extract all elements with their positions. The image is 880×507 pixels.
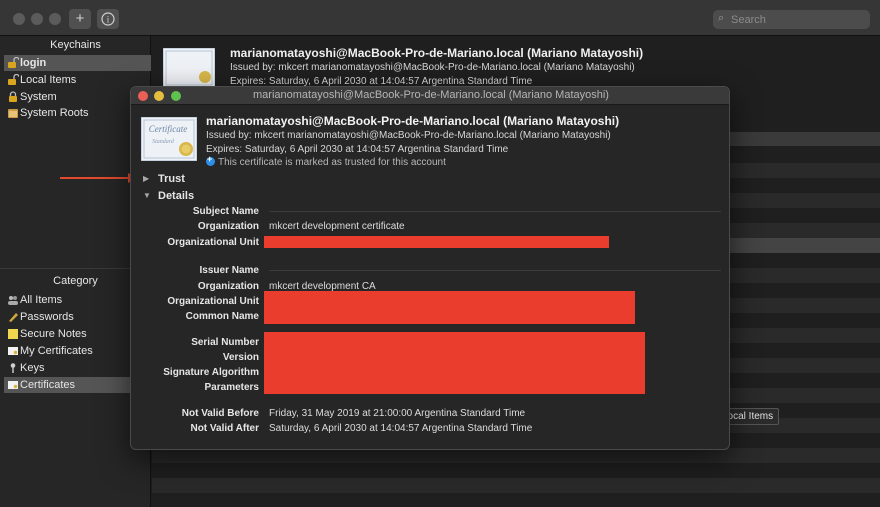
sidebar-item-passwords[interactable]: Passwords: [4, 309, 151, 325]
trusted-plus-icon: [206, 154, 215, 166]
details-section-toggle[interactable]: Details: [158, 190, 194, 202]
redaction-block: [264, 332, 645, 394]
toolbar: + i ⌕: [0, 0, 880, 36]
folder-icon: [8, 109, 18, 118]
dialog-titlebar[interactable]: marianomatayoshi@MacBook-Pro-de-Mariano.…: [131, 87, 729, 105]
category-header: Category: [53, 275, 98, 287]
subject-org-unit-label: Organizational Unit: [167, 237, 259, 248]
issuer-organization-label: Organization: [197, 281, 259, 292]
not-valid-before-value: Friday, 31 May 2019 at 21:00:00 Argentin…: [269, 408, 526, 419]
selected-item-header: marianomatayoshi@MacBook-Pro-de-Mariano.…: [152, 36, 880, 88]
signature-algorithm-label: Signature Algorithm: [163, 367, 259, 378]
plus-icon: +: [75, 10, 85, 27]
trust-status: This certificate is marked as trusted fo…: [206, 154, 446, 168]
certificate-icon: [163, 48, 215, 88]
certificate-icon: [8, 381, 18, 389]
item-title: marianomatayoshi@MacBook-Pro-de-Mariano.…: [230, 46, 644, 60]
minimize-window-button[interactable]: [31, 13, 43, 25]
annotation-arrow: [60, 173, 138, 183]
sidebar-item-label: Local Items: [20, 74, 77, 86]
item-issued-by: Issued by: mkcert marianomatayoshi@MacBo…: [230, 62, 635, 73]
pen-icon: [8, 313, 18, 323]
sidebar-item-label: Certificates: [20, 379, 76, 391]
not-valid-after-value: Saturday, 6 April 2030 at 14:04:57 Argen…: [269, 423, 533, 434]
lock-icon: [9, 91, 17, 102]
not-valid-before-label: Not Valid Before: [181, 408, 259, 419]
info-button[interactable]: i: [97, 9, 119, 29]
lock-open-icon: [8, 74, 19, 85]
sidebar-item-label: Keys: [20, 362, 45, 374]
search-field[interactable]: ⌕: [713, 10, 870, 29]
subject-organization-value: mkcert development certificate: [269, 221, 405, 232]
sidebar-item-all-items[interactable]: All Items: [4, 292, 151, 308]
dialog-title: marianomatayoshi@MacBook-Pro-de-Mariano.…: [253, 89, 609, 101]
sidebar-item-label: Secure Notes: [20, 328, 87, 340]
sidebar-item-secure-notes[interactable]: Secure Notes: [4, 326, 151, 342]
trust-section-toggle[interactable]: Trust: [158, 173, 185, 185]
divider: [269, 211, 721, 212]
issuer-name-header: Issuer Name: [199, 265, 259, 276]
search-icon: ⌕: [718, 12, 725, 24]
sidebar-item-label: login: [20, 57, 47, 69]
sidebar-divider: [0, 268, 151, 269]
sidebar-item-login[interactable]: login: [4, 55, 151, 71]
sidebar-item-label: System: [20, 91, 57, 103]
add-button[interactable]: +: [69, 9, 91, 29]
redaction-block: [264, 291, 635, 324]
issuer-org-unit-label: Organizational Unit: [167, 296, 259, 307]
keychains-header: Keychains: [50, 39, 101, 51]
sidebar-item-system[interactable]: System: [4, 89, 151, 105]
people-icon: [8, 296, 18, 305]
divider: [269, 270, 721, 271]
sidebar-item-my-certificates[interactable]: My Certificates: [4, 343, 151, 359]
redaction-block: [264, 236, 609, 248]
svg-text:Standard: Standard: [152, 139, 175, 145]
certificate-icon: [8, 347, 18, 355]
sidebar-item-certificates[interactable]: Certificates: [4, 377, 151, 393]
details-disclosure-triangle-icon[interactable]: ▼: [143, 191, 151, 200]
svg-text:i: i: [107, 15, 110, 25]
not-valid-after-label: Not Valid After: [190, 423, 259, 434]
close-window-button[interactable]: [13, 13, 25, 25]
search-input[interactable]: [731, 11, 865, 28]
note-icon: [8, 329, 18, 339]
table-row[interactable]: [152, 448, 880, 463]
certificate-issued-by: Issued by: mkcert marianomatayoshi@MacBo…: [206, 130, 611, 141]
certificate-expires: Expires: Saturday, 6 April 2030 at 14:04…: [206, 144, 509, 155]
lock-open-icon: [8, 57, 19, 68]
version-label: Version: [222, 352, 259, 363]
sidebar-item-keys[interactable]: Keys: [4, 360, 151, 376]
sidebar-item-label: My Certificates: [20, 345, 93, 357]
sidebar-item-label: System Roots: [20, 107, 89, 119]
zoom-window-button[interactable]: [49, 13, 61, 25]
svg-text:Certificate: Certificate: [149, 124, 188, 134]
sidebar: Keychains login Local Items System Syste…: [0, 36, 151, 507]
key-icon: [10, 363, 16, 373]
parameters-label: Parameters: [204, 382, 259, 393]
sidebar-item-label: All Items: [20, 294, 63, 306]
serial-number-label: Serial Number: [191, 337, 259, 348]
sidebar-item-system-roots[interactable]: System Roots: [4, 105, 151, 121]
certificate-title: marianomatayoshi@MacBook-Pro-de-Mariano.…: [206, 114, 620, 128]
certificate-icon: Certificate Standard: [141, 117, 197, 161]
table-row[interactable]: [152, 478, 880, 493]
issuer-common-name-label: Common Name: [185, 311, 259, 322]
trust-disclosure-triangle-icon[interactable]: ▶: [143, 174, 149, 183]
sidebar-item-label: Passwords: [20, 311, 74, 323]
subject-name-header: Subject Name: [192, 206, 259, 217]
subject-organization-label: Organization: [197, 221, 259, 232]
certificate-dialog: marianomatayoshi@MacBook-Pro-de-Mariano.…: [130, 86, 730, 450]
trust-status-text: This certificate is marked as trusted fo…: [218, 157, 446, 168]
info-icon: i: [101, 12, 115, 26]
sidebar-item-local-items[interactable]: Local Items: [4, 72, 151, 88]
